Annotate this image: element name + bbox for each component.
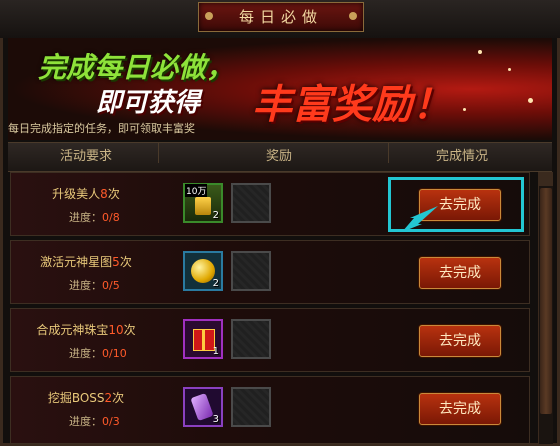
banner-subtitle: 每日完成指定的任务，即可领取丰富奖: [8, 122, 195, 135]
plaque-stud-left: [205, 12, 213, 20]
task-progress: 进度：0/10: [69, 347, 127, 360]
empty-reward-slot: [231, 183, 271, 223]
go-complete-button[interactable]: 去完成: [419, 325, 501, 357]
task-row: 挖掘BOSS2次 进度：0/3 3 去完成: [10, 376, 530, 444]
scroll-thumb[interactable]: [540, 188, 552, 414]
red-gift-box-icon[interactable]: 1: [183, 319, 223, 359]
sparkle-icon: [508, 68, 511, 71]
header-requirement: 活动要求: [60, 149, 113, 164]
promo-banner: 完成每日必做， 即可获得 丰富奖励！ 每日完成指定的任务，即可领取丰富奖: [8, 38, 552, 140]
table-header: 活动要求 奖励 完成情况: [8, 142, 552, 172]
task-progress: 进度：0/8: [69, 211, 120, 224]
task-progress: 进度：0/5: [69, 279, 120, 292]
banner-line-3: 丰富奖励！: [252, 82, 452, 128]
tutorial-arrow-icon: [402, 206, 438, 232]
empty-reward-slot: [231, 251, 271, 291]
banner-line-1: 完成每日必做，: [38, 51, 235, 84]
sparkle-icon: [463, 108, 466, 111]
task-description: 激活元神星图5次: [40, 255, 132, 269]
title-plaque: 每日必做: [198, 2, 364, 32]
header-divider: [158, 143, 159, 163]
header-status: 完成情况: [436, 149, 489, 164]
gold-coins-10wan-icon[interactable]: 10万 2: [183, 183, 223, 223]
empty-reward-slot: [231, 319, 271, 359]
reward-count: 2: [212, 278, 219, 289]
go-complete-button[interactable]: 去完成: [419, 393, 501, 425]
task-description: 升级美人8次: [52, 187, 120, 201]
sparkle-icon: [478, 50, 482, 54]
task-description: 合成元神珠宝10次: [36, 323, 136, 337]
reward-count: 3: [212, 414, 219, 425]
banner-line-2: 即可获得: [96, 88, 201, 118]
window-titlebar: 每日必做: [0, 0, 560, 38]
sparkle-icon: [528, 98, 533, 103]
gold-orb-icon[interactable]: 2: [183, 251, 223, 291]
scroll-up-arrow-icon[interactable]: [539, 172, 553, 186]
plaque-stud-right: [349, 12, 357, 20]
purple-scroll-icon[interactable]: 3: [183, 387, 223, 427]
task-row: 合成元神珠宝10次 进度：0/10 1 去完成: [10, 308, 530, 372]
reward-count: 1: [212, 346, 219, 357]
header-divider: [388, 143, 389, 163]
task-row: 激活元神星图5次 进度：0/5 2 去完成: [10, 240, 530, 304]
empty-reward-slot: [231, 387, 271, 427]
task-description: 挖掘BOSS2次: [47, 391, 125, 405]
task-progress: 进度：0/3: [69, 415, 120, 428]
header-reward: 奖励: [266, 149, 293, 164]
window-title: 每日必做: [238, 8, 323, 26]
task-list-scrollbar[interactable]: [538, 172, 553, 444]
go-complete-button[interactable]: 去完成: [419, 257, 501, 289]
reward-count: 2: [212, 210, 219, 221]
